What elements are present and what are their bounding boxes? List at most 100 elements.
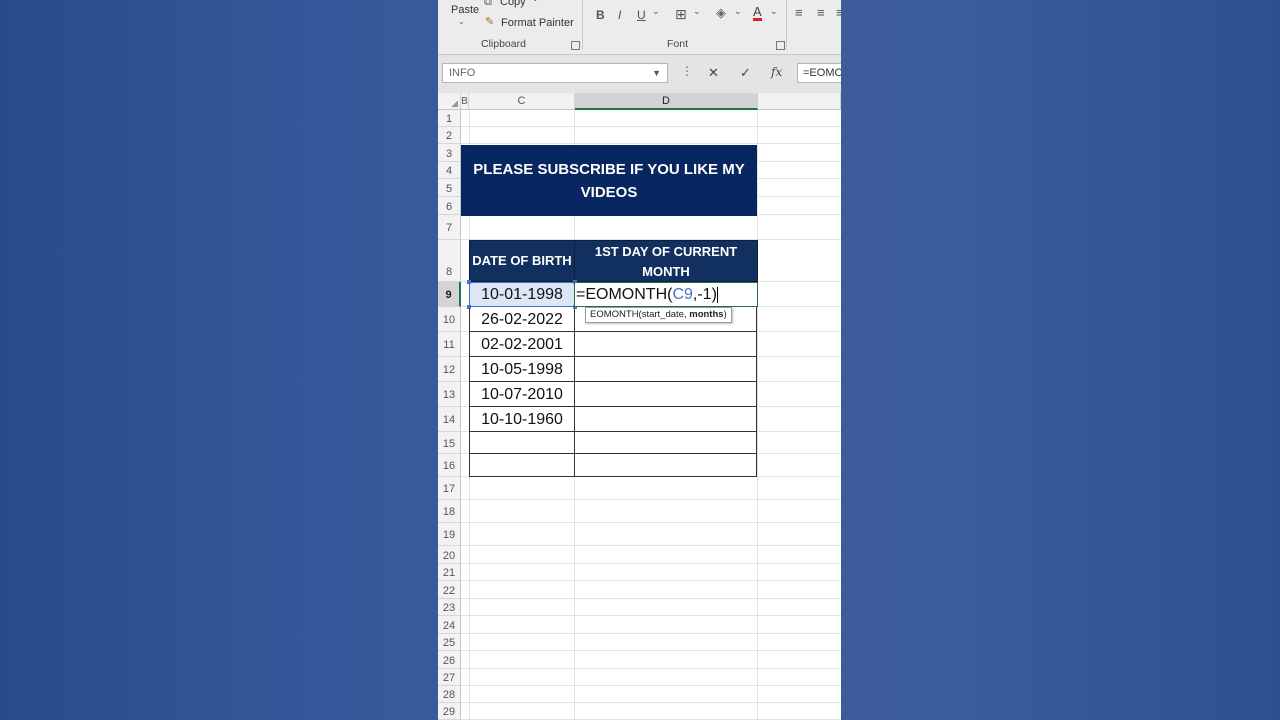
function-tooltip[interactable]: EOMONTH(start_date, months) [585,307,732,323]
more-options-icon[interactable]: ⋮ [681,64,693,78]
row-header-4[interactable]: 4 [438,162,461,179]
row-header-1[interactable]: 1 [438,110,461,127]
row-header-26[interactable]: 26 [438,651,461,669]
align-left-icon[interactable]: ≡ [795,5,803,20]
referenced-cell-c9[interactable]: 10-01-1998 [469,282,575,307]
copy-icon[interactable]: ⧉ [484,0,492,9]
paste-dropdown-icon[interactable]: ⌄ [458,17,465,26]
date-cell[interactable]: 10-05-1998 [469,357,575,382]
chevron-down-icon[interactable]: ▼ [652,64,661,82]
underline-button[interactable]: U [637,8,646,22]
copy-dropdown-icon[interactable]: ⌄ [532,0,539,3]
header-date-of-birth[interactable]: DATE OF BIRTH [469,240,575,282]
clipboard-launcher-icon[interactable] [571,41,580,50]
underline-dropdown-icon[interactable]: ⌄ [652,6,660,17]
empty-cell[interactable] [469,432,575,454]
row-header-15[interactable]: 15 [438,432,461,454]
font-group-label: Font [667,38,689,50]
align-center-icon[interactable]: ≡ [817,5,825,20]
row-header-14[interactable]: 14 [438,407,461,432]
borders-dropdown-icon[interactable]: ⌄ [693,6,701,17]
enter-icon[interactable]: ✓ [740,65,751,81]
date-cell[interactable]: 10-07-2010 [469,382,575,407]
row-header-10[interactable]: 10 [438,307,461,332]
fill-color-icon[interactable]: ◈ [716,5,726,21]
format-painter-icon[interactable]: ✎ [485,15,494,28]
row-header-3[interactable]: 3 [438,144,461,162]
row-header-5[interactable]: 5 [438,179,461,197]
select-all-corner[interactable]: ◢ [438,93,461,110]
column-header-d[interactable]: D [575,93,758,110]
banner-line-1: PLEASE SUBSCRIBE IF YOU LIKE MY [473,161,745,178]
result-cell[interactable] [574,332,757,357]
tooltip-function: EOMONTH(start_date, [590,309,690,320]
grid-line [461,563,841,564]
result-cell[interactable] [574,407,757,432]
row-header-16[interactable]: 16 [438,454,461,477]
clipboard-group-label: Clipboard [481,38,526,50]
date-cell[interactable]: 10-10-1960 [469,407,575,432]
formula-suffix: ,-1) [692,286,717,303]
align-right-icon[interactable]: ≡ [836,5,841,20]
row-header-23[interactable]: 23 [438,599,461,616]
tooltip-current-arg: months [689,309,724,320]
ref-handle[interactable] [467,305,471,309]
grid-line [461,650,841,651]
row-header-24[interactable]: 24 [438,616,461,634]
row-header-20[interactable]: 20 [438,546,461,564]
grid-line [461,126,841,127]
row-header-9[interactable]: 9 [438,282,461,307]
row-header-8[interactable]: 8 [438,240,461,282]
empty-cell[interactable] [574,454,757,477]
row-header-27[interactable]: 27 [438,669,461,686]
tooltip-close: ) [723,309,727,320]
row-header-29[interactable]: 29 [438,703,461,720]
borders-icon[interactable]: ⊞ [675,6,687,23]
header-first-day-current-month[interactable]: 1ST DAY OF CURRENT MONTH [574,240,758,282]
row-header-19[interactable]: 19 [438,523,461,546]
row-header-28[interactable]: 28 [438,686,461,703]
row-header-2[interactable]: 2 [438,127,461,144]
row-header-18[interactable]: 18 [438,500,461,523]
result-cell[interactable] [574,357,757,382]
row-header-22[interactable]: 22 [438,581,461,599]
formula-input[interactable]: =EOMONTH(C9,-1) [797,63,841,83]
row-header-7[interactable]: 7 [438,215,461,240]
copy-button[interactable]: Copy [500,0,526,8]
cancel-icon[interactable]: ✕ [708,65,719,81]
ribbon-separator [582,0,583,50]
grid-line [461,499,841,500]
format-painter-button[interactable]: Format Painter [501,17,574,29]
font-launcher-icon[interactable] [776,41,785,50]
row-header-21[interactable]: 21 [438,564,461,581]
font-color-dropdown-icon[interactable]: ⌄ [770,6,778,17]
empty-cell[interactable] [469,454,575,477]
column-header-c[interactable]: C [469,93,575,110]
row-header-25[interactable]: 25 [438,634,461,651]
subscribe-banner: PLEASE SUBSCRIBE IF YOU LIKE MY VIDEOS [461,145,757,216]
row-header-12[interactable]: 12 [438,357,461,382]
fill-dropdown-icon[interactable]: ⌄ [734,6,742,17]
grid-line [461,668,841,669]
date-cell[interactable]: 02-02-2001 [469,332,575,357]
ref-handle[interactable] [467,280,471,284]
column-header-b[interactable]: B [461,93,469,110]
active-cell-d9[interactable]: =EOMONTH(C9,-1) [574,282,758,307]
font-color-button[interactable]: A [753,5,762,21]
date-cell[interactable]: 26-02-2022 [469,307,575,332]
paste-button[interactable]: Paste [451,4,479,16]
result-cell[interactable] [574,382,757,407]
row-header-11[interactable]: 11 [438,332,461,357]
empty-cell[interactable] [574,432,757,454]
name-box[interactable]: INFO ▼ [442,63,668,83]
grid-line [461,545,841,546]
grid-line [757,110,758,720]
bold-button[interactable]: B [596,8,605,22]
row-header-6[interactable]: 6 [438,197,461,215]
row-header-13[interactable]: 13 [438,382,461,407]
italic-button[interactable]: I [618,8,621,22]
insert-function-icon[interactable]: fx [771,65,782,79]
row-header-17[interactable]: 17 [438,477,461,500]
grid-line [461,522,841,523]
column-header-e[interactable] [758,93,841,110]
